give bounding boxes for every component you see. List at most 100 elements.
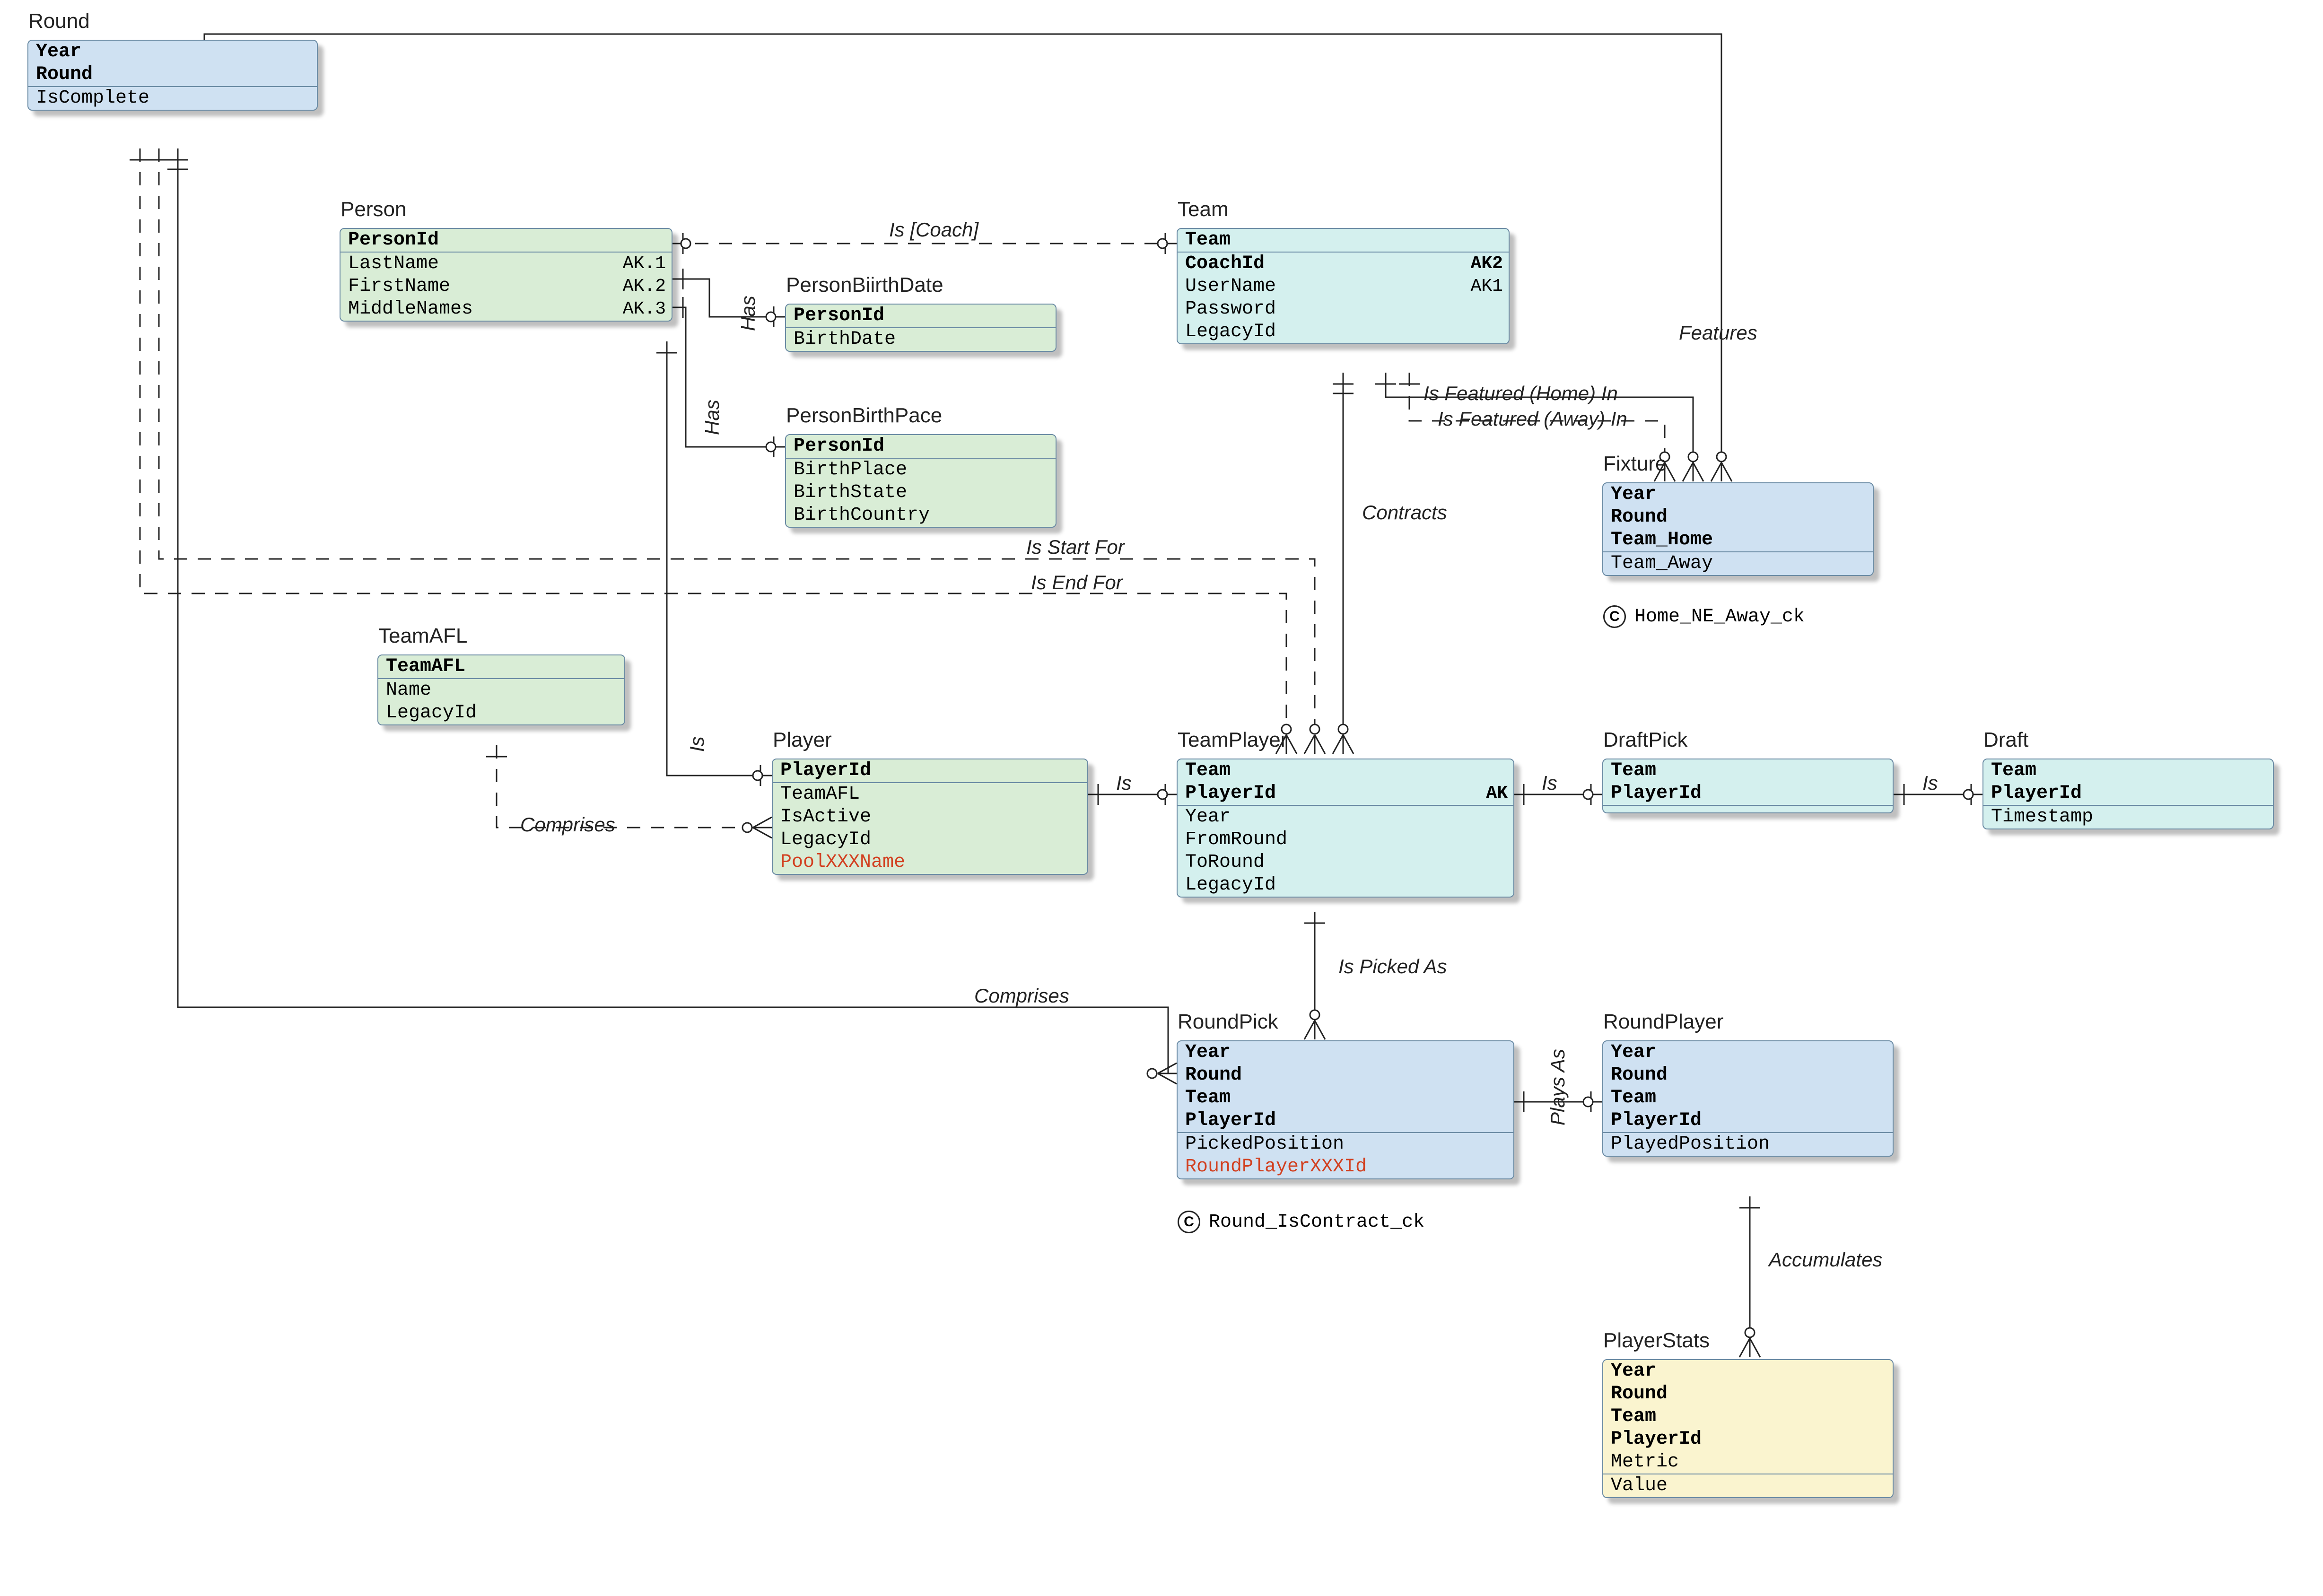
rel-contracts: Contracts (1362, 501, 1447, 524)
entity-title-draft: Draft (1983, 728, 2028, 752)
entity-title-person: Person (341, 198, 406, 221)
rel-is-start-for: Is Start For (1026, 536, 1125, 558)
draft-attr-timestamp: Timestamp (1983, 806, 2273, 829)
entity-title-round: Round (28, 9, 90, 33)
entity-title-teamplayer: TeamPlayer (1178, 728, 1287, 752)
team-attr-coachid: CoachIdAK2 (1178, 253, 1509, 275)
rel-has-birthplace: Has (701, 400, 724, 435)
dp-attr-team: Team (1603, 759, 1893, 782)
entity-title-teamafl: TeamAFL (378, 624, 467, 648)
pbp-attr-personid: PersonId (786, 435, 1056, 458)
pbp-attr-birthcountry: BirthCountry (786, 504, 1056, 527)
teamafl-attr-legacyid: LegacyId (378, 702, 624, 724)
entity-personbirthplace: PersonId BirthPlace BirthState BirthCoun… (785, 434, 1057, 528)
rp-attr-year: Year (1178, 1041, 1513, 1064)
person-attr-lastname: LastNameAK.1 (341, 253, 672, 275)
entity-title-player: Player (773, 728, 832, 752)
player-attr-isactive: IsActive (773, 806, 1087, 829)
fixture-attr-teamaway: Team_Away (1603, 552, 1873, 575)
entity-title-roundpick: RoundPick (1178, 1010, 1278, 1034)
team-attr-team: Team (1178, 229, 1509, 252)
ps-attr-metric: Metric (1603, 1451, 1893, 1474)
pbp-attr-birthstate: BirthState (786, 481, 1056, 504)
fixture-attr-year: Year (1603, 483, 1873, 506)
ps-attr-round: Round (1603, 1383, 1893, 1405)
tp-attr-year: Year (1178, 806, 1513, 829)
rel-is-player: Is (686, 736, 708, 752)
rpl-attr-playedposition: PlayedPosition (1603, 1133, 1893, 1156)
entity-teamafl: TeamAFL Name LegacyId (377, 654, 625, 725)
tp-attr-legacyid: LegacyId (1178, 874, 1513, 897)
rpl-attr-year: Year (1603, 1041, 1893, 1064)
entity-team: Team CoachIdAK2 UserNameAK1 Password Leg… (1177, 228, 1510, 344)
entity-playerstats: Year Round Team PlayerId Metric Value (1602, 1359, 1894, 1498)
entity-personbirthdate: PersonId BirthDate (785, 304, 1057, 352)
ps-attr-year: Year (1603, 1360, 1893, 1383)
constraint-home-ne-away: C Home_NE_Away_ck (1603, 605, 1805, 628)
rel-comprises-afl: Comprises (520, 813, 615, 836)
rel-accumulates: Accumulates (1769, 1248, 1882, 1271)
player-attr-teamafl: TeamAFL (773, 783, 1087, 806)
team-attr-username: UserNameAK1 (1178, 275, 1509, 298)
tp-attr-fromround: FromRound (1178, 829, 1513, 851)
entity-title-personbirthplace: PersonBirthPace (786, 404, 942, 427)
pbd-attr-personid: PersonId (786, 305, 1056, 327)
team-attr-password: Password (1178, 298, 1509, 321)
rel-is-end-for: Is End For (1031, 571, 1123, 594)
entity-roundplayer: Year Round Team PlayerId PlayedPosition (1602, 1040, 1894, 1157)
rel-featured-away: Is Featured (Away) In (1438, 408, 1627, 430)
rp-attr-team: Team (1178, 1087, 1513, 1109)
rel-featured-home: Is Featured (Home) In (1423, 382, 1618, 405)
constraint-round-is-contract: C Round_IsContract_ck (1178, 1211, 1424, 1233)
rp-attr-roundplayerxxxid: RoundPlayerXXXId (1178, 1156, 1513, 1178)
person-attr-firstname: FirstNameAK.2 (341, 275, 672, 298)
rel-is-tp: Is (1116, 772, 1132, 794)
entity-title-roundplayer: RoundPlayer (1603, 1010, 1723, 1034)
rel-comprises-round: Comprises (974, 985, 1069, 1007)
player-attr-poolxxxname: PoolXXXName (773, 851, 1087, 874)
person-attr-personid: PersonId (341, 229, 672, 252)
fixture-attr-round: Round (1603, 506, 1873, 529)
entity-title-fixture: Fixture (1603, 452, 1667, 476)
draft-attr-team: Team (1983, 759, 2273, 782)
rp-attr-round: Round (1178, 1064, 1513, 1087)
rel-has-birthdate: Has (737, 296, 760, 331)
round-attr-year: Year (28, 41, 317, 63)
dp-attr-playerid: PlayerId (1603, 782, 1893, 805)
constraint-icon: C (1603, 605, 1626, 628)
entity-person: PersonId LastNameAK.1 FirstNameAK.2 Midd… (340, 228, 672, 322)
ps-attr-value: Value (1603, 1474, 1893, 1497)
tp-attr-team: Team (1178, 759, 1513, 782)
constraint-icon: C (1178, 1211, 1200, 1233)
round-attr-round: Round (28, 63, 317, 86)
rel-plays-as: Plays As (1546, 1049, 1569, 1125)
rel-features: Features (1679, 322, 1757, 344)
entity-title-team: Team (1178, 198, 1229, 221)
player-attr-playerid: PlayerId (773, 759, 1087, 782)
fixture-attr-teamhome: Team_Home (1603, 529, 1873, 551)
draft-attr-playerid: PlayerId (1983, 782, 2273, 805)
rp-attr-pickedposition: PickedPosition (1178, 1133, 1513, 1156)
entity-round: Year Round IsComplete (27, 40, 318, 111)
round-attr-iscomplete: IsComplete (28, 87, 317, 110)
teamafl-attr-name: Name (378, 679, 624, 702)
rp-attr-playerid: PlayerId (1178, 1109, 1513, 1132)
entity-title-draftpick: DraftPick (1603, 728, 1687, 752)
player-attr-legacyid: LegacyId (773, 829, 1087, 851)
rel-is-coach: Is [Coach] (889, 218, 978, 241)
rpl-attr-round: Round (1603, 1064, 1893, 1087)
rel-is-dp: Is (1542, 772, 1557, 794)
entity-title-personbirthdate: PersonBiirthDate (786, 273, 943, 297)
ps-attr-team: Team (1603, 1405, 1893, 1428)
entity-title-playerstats: PlayerStats (1603, 1329, 1710, 1352)
entity-draft: Team PlayerId Timestamp (1982, 759, 2274, 829)
rel-is-draft: Is (1922, 772, 1938, 794)
teamafl-attr-teamafl: TeamAFL (378, 655, 624, 678)
pbp-attr-birthplace: BirthPlace (786, 459, 1056, 481)
rpl-attr-team: Team (1603, 1087, 1893, 1109)
ps-attr-playerid: PlayerId (1603, 1428, 1893, 1451)
person-attr-middlenames: MiddleNamesAK.3 (341, 298, 672, 321)
pbd-attr-birthdate: BirthDate (786, 328, 1056, 351)
entity-draftpick: Team PlayerId (1602, 759, 1894, 813)
entity-roundpick: Year Round Team PlayerId PickedPosition … (1177, 1040, 1514, 1179)
